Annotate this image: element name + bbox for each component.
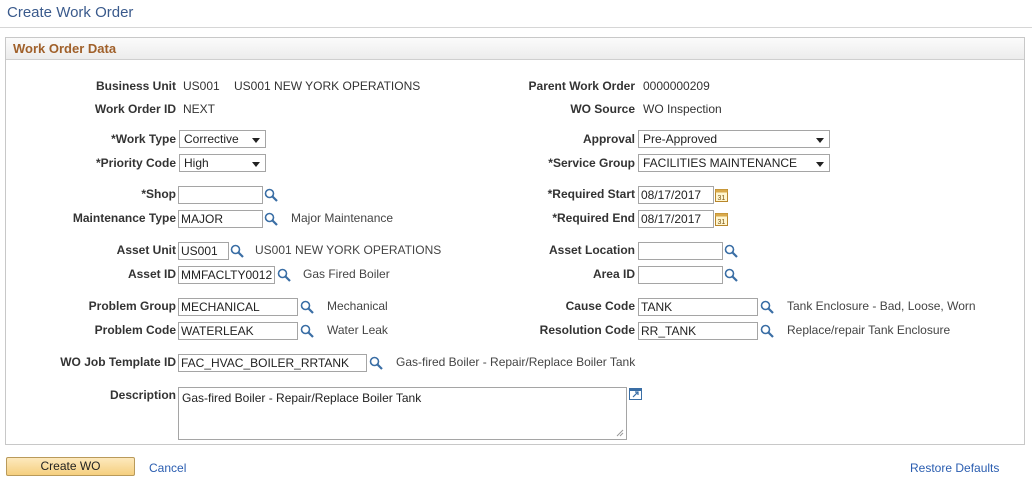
cause-code-label: Cause Code: [565, 299, 635, 313]
resize-grip-icon[interactable]: [616, 429, 624, 437]
wo-source-label: WO Source: [570, 102, 635, 116]
magnifier-icon[interactable]: [369, 356, 383, 370]
problem-code-input[interactable]: WATERLEAK: [178, 322, 298, 340]
problem-code-description: Water Leak: [327, 323, 388, 337]
wo-source-value: WO Inspection: [643, 102, 722, 116]
parent-work-order-value: 0000000209: [643, 79, 710, 93]
create-wo-button[interactable]: Create WO: [6, 457, 135, 476]
magnifier-icon[interactable]: [724, 244, 738, 258]
magnifier-icon[interactable]: [264, 212, 278, 226]
shop-label: *Shop: [141, 187, 176, 201]
magnifier-icon[interactable]: [264, 188, 278, 202]
description-textarea[interactable]: Gas-fired Boiler - Repair/Replace Boiler…: [178, 387, 627, 440]
asset-id-label: Asset ID: [127, 267, 176, 281]
area-id-label: Area ID: [592, 267, 635, 281]
problem-group-description: Mechanical: [327, 299, 388, 313]
cancel-link[interactable]: Cancel: [149, 461, 186, 475]
asset-location-input[interactable]: [638, 242, 723, 260]
svg-text:31: 31: [718, 219, 726, 226]
required-start-label: *Required Start: [547, 187, 635, 201]
parent-work-order-label: Parent Work Order: [528, 79, 635, 93]
work-type-label: *Work Type: [111, 132, 176, 146]
magnifier-icon[interactable]: [277, 268, 291, 282]
approval-select[interactable]: Pre-Approved: [638, 130, 830, 148]
work-order-data-group: Work Order Data: [5, 37, 1025, 445]
chevron-down-icon: [816, 162, 824, 167]
chevron-down-icon: [252, 138, 260, 143]
group-title: Work Order Data: [13, 41, 117, 56]
asset-unit-label: Asset Unit: [116, 243, 176, 257]
restore-defaults-link[interactable]: Restore Defaults: [910, 461, 999, 475]
wo-job-template-id-description: Gas-fired Boiler - Repair/Replace Boiler…: [396, 355, 636, 369]
approval-selected: Pre-Approved: [643, 132, 718, 146]
cause-code-input[interactable]: TANK: [638, 298, 758, 316]
required-end-label: *Required End: [552, 211, 635, 225]
work-order-id-value: NEXT: [183, 102, 216, 116]
wo-job-template-id-label: WO Job Template ID: [60, 355, 176, 369]
chevron-down-icon: [252, 162, 260, 167]
resolution-code-input[interactable]: RR_TANK: [638, 322, 758, 340]
description-text: Gas-fired Boiler - Repair/Replace Boiler…: [182, 391, 422, 405]
asset-id-input[interactable]: MMFACLTY0012: [178, 266, 275, 284]
problem-group-input[interactable]: MECHANICAL: [178, 298, 298, 316]
work-type-select[interactable]: Corrective: [179, 130, 266, 148]
magnifier-icon[interactable]: [760, 300, 774, 314]
business-unit-description: US001 NEW YORK OPERATIONS: [234, 79, 421, 93]
magnifier-icon[interactable]: [300, 324, 314, 338]
asset-id-description: Gas Fired Boiler: [303, 267, 390, 281]
page-title: Create Work Order: [7, 4, 134, 21]
business-unit-value: US001: [183, 79, 220, 93]
approval-label: Approval: [582, 132, 635, 146]
expand-icon[interactable]: [629, 388, 642, 400]
asset-unit-input[interactable]: US001: [178, 242, 229, 260]
required-end-input[interactable]: 08/17/2017: [638, 210, 714, 228]
magnifier-icon[interactable]: [724, 268, 738, 282]
description-label: Description: [109, 388, 176, 402]
chevron-down-icon: [816, 138, 824, 143]
work-order-id-label: Work Order ID: [94, 102, 176, 116]
magnifier-icon[interactable]: [760, 324, 774, 338]
maintenance-type-input[interactable]: MAJOR: [178, 210, 263, 228]
calendar-icon[interactable]: 31: [715, 212, 728, 226]
cause-code-description: Tank Enclosure - Bad, Loose, Worn: [787, 299, 976, 313]
service-group-label: *Service Group: [548, 156, 635, 170]
magnifier-icon[interactable]: [230, 244, 244, 258]
work-type-selected: Corrective: [184, 132, 239, 146]
asset-unit-description: US001 NEW YORK OPERATIONS: [255, 243, 442, 257]
asset-location-label: Asset Location: [548, 243, 635, 257]
problem-group-label: Problem Group: [88, 299, 176, 313]
calendar-icon[interactable]: 31: [715, 188, 728, 202]
service-group-selected: FACILITIES MAINTENANCE: [643, 156, 798, 170]
svg-text:31: 31: [718, 195, 726, 202]
resolution-code-description: Replace/repair Tank Enclosure: [787, 323, 951, 337]
problem-code-label: Problem Code: [94, 323, 176, 337]
maintenance-type-label: Maintenance Type: [72, 211, 176, 225]
priority-code-select[interactable]: High: [179, 154, 266, 172]
area-id-input[interactable]: [638, 266, 723, 284]
maintenance-type-description: Major Maintenance: [291, 211, 394, 225]
title-divider: [0, 27, 1032, 28]
service-group-select[interactable]: FACILITIES MAINTENANCE: [638, 154, 830, 172]
business-unit-label: Business Unit: [95, 79, 176, 93]
magnifier-icon[interactable]: [300, 300, 314, 314]
shop-input[interactable]: [178, 186, 263, 204]
required-start-input[interactable]: 08/17/2017: [638, 186, 714, 204]
priority-code-label: *Priority Code: [95, 156, 176, 170]
group-header: Work Order Data: [6, 38, 1024, 60]
wo-job-template-id-input[interactable]: FAC_HVAC_BOILER_RRTANK: [178, 354, 367, 372]
priority-code-selected: High: [184, 156, 209, 170]
resolution-code-label: Resolution Code: [539, 323, 635, 337]
